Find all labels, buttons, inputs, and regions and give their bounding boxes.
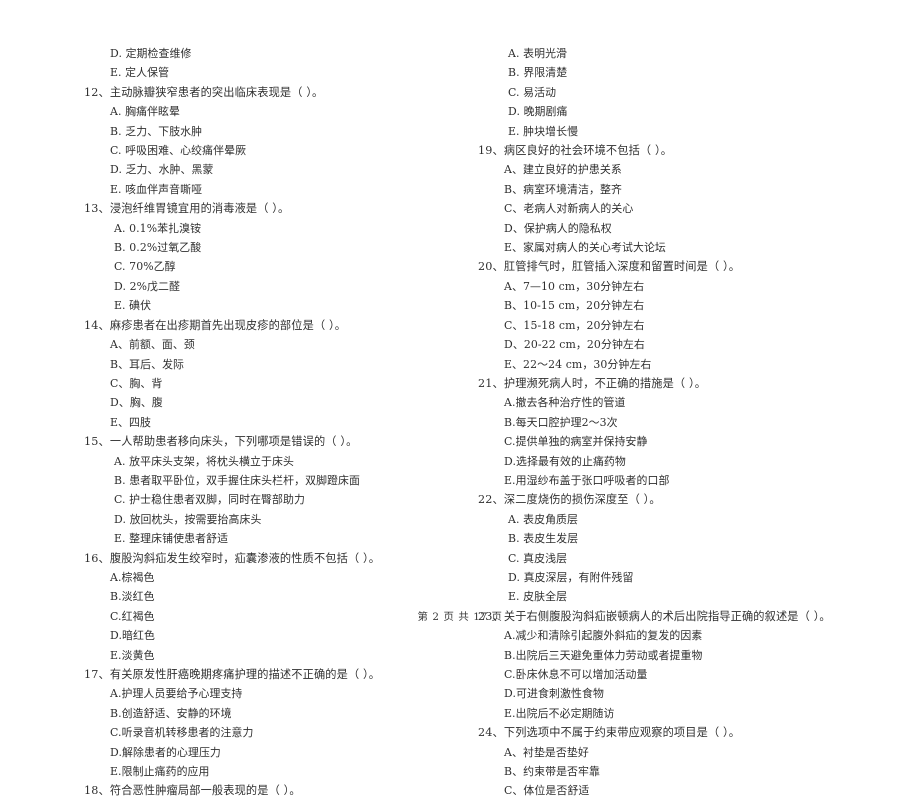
option-line: E.用湿纱布盖于张口呼吸者的口部 xyxy=(504,473,670,487)
option-line: A.护理人员要给予心理支持 xyxy=(110,687,243,701)
option-line: D. 真皮深层，有附件残留 xyxy=(508,570,634,584)
option-line: D. 放回枕头，按需要抬高床头 xyxy=(114,512,262,526)
option-line: E、22～24 cm，30分钟左右 xyxy=(504,357,652,371)
option-line: D、胸、腹 xyxy=(110,396,163,410)
option-line: C.卧床休息不可以增加活动量 xyxy=(504,668,648,681)
question-stem: 20、肛管排气时，肛管插入深度和留置时间是（ ）。 xyxy=(478,260,741,274)
option-line: C、老病人对新病人的关心 xyxy=(504,202,634,216)
option-line: D.可进食刺激性食物 xyxy=(504,687,604,701)
option-line: D. 2%戊二醛 xyxy=(114,279,181,293)
option-line: E. 定人保管 xyxy=(110,66,170,80)
option-line: E、家属对病人的关心考试大论坛 xyxy=(504,241,666,255)
option-line: C、体位是否舒适 xyxy=(504,784,590,798)
option-line: A、前额、面、颈 xyxy=(110,338,195,352)
question-stem: 24、下列选项中不属于约束带应观察的项目是（ ）。 xyxy=(478,726,741,740)
question-17: 17、有关原发性肝癌晚期疼痛护理的描述不正确的是（ ）。 A.护理人员要给予心理… xyxy=(84,665,456,781)
option-line: E、四肢 xyxy=(110,415,152,429)
option-line: A. 表皮角质层 xyxy=(508,512,579,526)
option-line: A、建立良好的护患关系 xyxy=(504,163,622,177)
option-line: D. 定期检查维修 xyxy=(110,47,192,60)
option-line: C、15-18 cm，20分钟左右 xyxy=(504,318,645,332)
option-line: E. 咳血伴声音嘶哑 xyxy=(110,182,203,196)
question-21: 21、护理濒死病人时，不正确的措施是（ ）。 A.撤去各种治疗性的管道 B.每天… xyxy=(478,374,910,490)
question-20: 20、肛管排气时，肛管插入深度和留置时间是（ ）。 A、7—10 cm，30分钟… xyxy=(478,257,910,373)
question-stem: 17、有关原发性肝癌晚期疼痛护理的描述不正确的是（ ）。 xyxy=(84,668,381,681)
question-stem: 22、深二度烧伤的损伤深度至（ ）。 xyxy=(478,493,661,507)
option-line: B、约束带是否牢靠 xyxy=(504,765,601,779)
option-line: C. 呼吸困难、心绞痛伴晕厥 xyxy=(110,144,247,158)
option-line: A. 放平床头支架，将枕头横立于床头 xyxy=(114,454,294,468)
option-line: D. 晚期剧痛 xyxy=(508,105,568,119)
question-24: 24、下列选项中不属于约束带应观察的项目是（ ）。 A、衬垫是否垫好 B、约束带… xyxy=(478,723,910,801)
question-18: 18、符合恶性肿瘤局部一般表现的是（ ）。 xyxy=(84,781,456,800)
option-line: C. 真皮浅层 xyxy=(508,551,568,565)
option-line: B、病室环境清洁，整齐 xyxy=(504,182,623,196)
question-stem: 13、浸泡纤维胃镜宜用的消毒液是（ ）。 xyxy=(84,202,290,216)
option-line: A.减少和清除引起腹外斜疝的复发的因素 xyxy=(504,629,703,643)
option-line: D.解除患者的心理压力 xyxy=(110,745,221,759)
question-stem: 12、主动脉瓣狭窄患者的突出临床表现是（ ）。 xyxy=(84,85,324,99)
option-line: B. 0.2%过氧乙酸 xyxy=(114,241,202,255)
option-line: E. 碘伏 xyxy=(114,299,152,313)
right-column: A. 表明光滑 B. 界限清楚 C. 易活动 D. 晚期剧痛 E. 肿块增长慢 … xyxy=(460,44,920,801)
option-line: D、20-22 cm，20分钟左右 xyxy=(504,338,645,352)
question-stem: 14、麻疹患者在出疹期首先出现皮疹的部位是（ ）。 xyxy=(84,318,347,332)
option-line: B、耳后、发际 xyxy=(110,357,185,371)
option-line: E.出院后不必定期随访 xyxy=(504,706,615,720)
question-stem: 18、符合恶性肿瘤局部一般表现的是（ ）。 xyxy=(84,784,301,798)
option-line: C. 护士稳住患者双脚，同时在臀部助力 xyxy=(114,493,306,507)
option-line: B.淡红色 xyxy=(110,590,155,604)
question-19: 19、病区良好的社会环境不包括（ ）。 A、建立良好的护患关系 B、病室环境清洁… xyxy=(478,141,910,257)
option-line: C. 70%乙醇 xyxy=(114,260,176,274)
two-column-body: D. 定期检查维修 E. 定人保管 12、主动脉瓣狭窄患者的突出临床表现是（ ）… xyxy=(0,44,920,797)
option-line: A、衬垫是否垫好 xyxy=(504,745,589,759)
option-line: E.淡黄色 xyxy=(110,648,155,662)
option-line: A、7—10 cm，30分钟左右 xyxy=(504,279,645,293)
option-line: D.选择最有效的止痛药物 xyxy=(504,454,626,468)
option-line: A.棕褐色 xyxy=(110,570,155,584)
option-line: D、保护病人的隐私权 xyxy=(504,221,612,235)
option-line: C. 易活动 xyxy=(508,85,557,99)
option-line: C.听录音机转移患者的注意力 xyxy=(110,726,254,740)
option-line: A. 胸痛伴眩晕 xyxy=(110,105,181,119)
option-line: B. 界限清楚 xyxy=(508,66,568,80)
option-line: A. 表明光滑 xyxy=(508,47,568,60)
page-footer: 第 2 页 共 17 页 xyxy=(417,611,503,623)
question-15: 15、一人帮助患者移向床头，下列哪项是错误的（ ）。 A. 放平床头支架，将枕头… xyxy=(84,432,456,548)
option-line: C、胸、背 xyxy=(110,376,163,390)
question-stem: 19、病区良好的社会环境不包括（ ）。 xyxy=(478,144,673,158)
option-line: E. 整理床铺使患者舒适 xyxy=(114,532,229,546)
option-line: D.暗红色 xyxy=(110,629,155,643)
option-line: B. 表皮生发层 xyxy=(508,532,579,546)
question-stem: 16、腹股沟斜疝发生绞窄时，疝囊渗液的性质不包括（ ）。 xyxy=(84,551,381,565)
option-line: C.提供单独的病室并保持安静 xyxy=(504,435,648,449)
question-13: 13、浸泡纤维胃镜宜用的消毒液是（ ）。 A. 0.1%苯扎溴铵 B. 0.2%… xyxy=(84,199,456,315)
option-line: B.出院后三天避免重体力劳动或者提重物 xyxy=(504,648,703,662)
option-line: D. 乏力、水肿、黑蒙 xyxy=(110,163,214,177)
option-line: B、10-15 cm，20分钟左右 xyxy=(504,299,645,313)
exam-page: D. 定期检查维修 E. 定人保管 12、主动脉瓣狭窄患者的突出临床表现是（ ）… xyxy=(0,0,920,797)
option-line: A. 0.1%苯扎溴铵 xyxy=(114,221,202,235)
option-line: E.限制止痛药的应用 xyxy=(110,765,210,779)
option-line: B.创造舒适、安静的环境 xyxy=(110,706,232,720)
question-14: 14、麻疹患者在出疹期首先出现皮疹的部位是（ ）。 A、前额、面、颈 B、耳后、… xyxy=(84,316,456,432)
question-stem: 21、护理濒死病人时，不正确的措施是（ ）。 xyxy=(478,376,707,390)
question-22: 22、深二度烧伤的损伤深度至（ ）。 A. 表皮角质层 B. 表皮生发层 C. … xyxy=(478,490,910,606)
question-23: 23、关于右侧腹股沟斜疝嵌顿病人的术后出院指导正确的叙述是（ ）。 A.减少和清… xyxy=(478,607,910,723)
option-line: B. 患者取平卧位，双手握住床头栏杆，双脚蹬床面 xyxy=(114,473,361,487)
question-16: 16、腹股沟斜疝发生绞窄时，疝囊渗液的性质不包括（ ）。 A.棕褐色 B.淡红色… xyxy=(84,549,456,665)
question-stem: 15、一人帮助患者移向床头，下列哪项是错误的（ ）。 xyxy=(84,435,358,449)
question-12: 12、主动脉瓣狭窄患者的突出临床表现是（ ）。 A. 胸痛伴眩晕 B. 乏力、下… xyxy=(84,83,456,199)
option-line: B.每天口腔护理2～3次 xyxy=(504,415,618,429)
option-line: B. 乏力、下肢水肿 xyxy=(110,124,203,138)
option-line: E. 皮肤全层 xyxy=(508,590,568,604)
option-line: A.撤去各种治疗性的管道 xyxy=(504,396,626,410)
left-column: D. 定期检查维修 E. 定人保管 12、主动脉瓣狭窄患者的突出临床表现是（ ）… xyxy=(0,44,460,801)
option-line: E. 肿块增长慢 xyxy=(508,124,579,138)
